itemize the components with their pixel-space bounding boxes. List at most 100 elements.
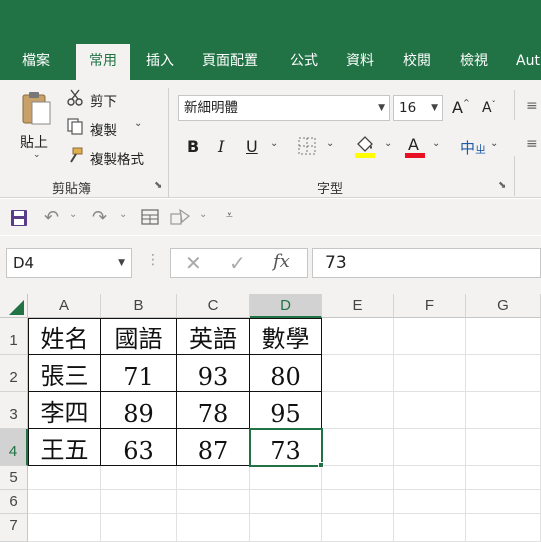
bold-button[interactable]: B bbox=[187, 137, 199, 156]
column-header-e[interactable]: E bbox=[322, 294, 394, 318]
cell-e7[interactable] bbox=[322, 514, 394, 542]
cut-button[interactable]: 剪下 bbox=[90, 90, 117, 110]
cell-f3[interactable] bbox=[394, 392, 466, 429]
tab-review[interactable]: 校閱 bbox=[403, 52, 431, 70]
italic-button[interactable]: I bbox=[218, 137, 224, 156]
column-header-d[interactable]: D bbox=[250, 294, 322, 318]
copy-button[interactable]: 複製 bbox=[90, 119, 117, 139]
row-header-2[interactable]: 2 bbox=[0, 355, 28, 392]
cell-e6[interactable] bbox=[322, 490, 394, 514]
underline-dropdown-icon[interactable]: ⌄ bbox=[270, 138, 278, 149]
cell-g4[interactable] bbox=[466, 429, 541, 466]
font-name-select[interactable]: 新細明體 ▼ bbox=[178, 95, 390, 121]
enter-icon[interactable]: ✓ bbox=[229, 251, 246, 275]
cell-f1[interactable] bbox=[394, 318, 466, 355]
cell-f7[interactable] bbox=[394, 514, 466, 542]
borders-dropdown-icon[interactable]: ⌄ bbox=[326, 138, 334, 149]
cell-d5[interactable] bbox=[250, 466, 322, 490]
tab-formulas[interactable]: 公式 bbox=[290, 52, 318, 70]
column-header-g[interactable]: G bbox=[466, 294, 541, 318]
cell-d6[interactable] bbox=[250, 490, 322, 514]
save-icon[interactable] bbox=[10, 209, 28, 231]
cell-f6[interactable] bbox=[394, 490, 466, 514]
more-options-icon[interactable]: ⋮ bbox=[146, 252, 160, 268]
cell-e5[interactable] bbox=[322, 466, 394, 490]
shrink-font-button[interactable]: Aˇ bbox=[482, 100, 496, 116]
underline-button[interactable]: U bbox=[246, 137, 258, 156]
paste-dropdown-icon[interactable]: ⌄ bbox=[33, 150, 41, 160]
tab-insert[interactable]: 插入 bbox=[146, 52, 174, 70]
cell-d3[interactable]: 95 bbox=[250, 392, 322, 429]
format-painter-button[interactable]: 複製格式 bbox=[90, 148, 144, 168]
tab-view[interactable]: 檢視 bbox=[460, 52, 488, 70]
name-box[interactable]: D4 ▼ bbox=[6, 248, 132, 278]
column-header-f[interactable]: F bbox=[394, 294, 466, 318]
cell-c3[interactable]: 78 bbox=[177, 392, 250, 429]
row-header-3[interactable]: 3 bbox=[0, 392, 28, 429]
cell-d2[interactable]: 80 bbox=[250, 355, 322, 392]
cell-g7[interactable] bbox=[466, 514, 541, 542]
font-color-dropdown-icon[interactable]: ⌄ bbox=[432, 138, 440, 149]
select-all-button[interactable] bbox=[0, 294, 28, 318]
tab-page-layout[interactable]: 頁面配置 bbox=[202, 52, 258, 70]
shapes-icon[interactable] bbox=[170, 208, 192, 230]
cell-c5[interactable] bbox=[177, 466, 250, 490]
cell-b5[interactable] bbox=[101, 466, 177, 490]
cell-a2[interactable]: 張三 bbox=[28, 355, 101, 392]
paste-icon[interactable] bbox=[20, 90, 52, 130]
column-header-c[interactable]: C bbox=[177, 294, 250, 318]
font-color-icon[interactable]: A bbox=[404, 134, 426, 162]
cell-g3[interactable] bbox=[466, 392, 541, 429]
cell-c6[interactable] bbox=[177, 490, 250, 514]
copy-dropdown-icon[interactable]: ⌄ bbox=[134, 118, 142, 129]
cell-a7[interactable] bbox=[28, 514, 101, 542]
cell-f2[interactable] bbox=[394, 355, 466, 392]
fill-color-icon[interactable] bbox=[354, 134, 376, 162]
cell-g1[interactable] bbox=[466, 318, 541, 355]
cell-g5[interactable] bbox=[466, 466, 541, 490]
cell-a1[interactable]: 姓名 bbox=[28, 318, 101, 355]
column-header-a[interactable]: A bbox=[28, 294, 101, 318]
cell-e4[interactable] bbox=[322, 429, 394, 466]
phonetic-guide-button[interactable]: 中ㄓ bbox=[460, 137, 486, 158]
row-header-1[interactable]: 1 bbox=[0, 318, 28, 355]
font-size-select[interactable]: 16 ▼ bbox=[393, 95, 443, 121]
cell-a5[interactable] bbox=[28, 466, 101, 490]
cell-d1[interactable]: 數學 bbox=[250, 318, 322, 355]
borders-icon[interactable] bbox=[298, 137, 316, 159]
phonetic-dropdown-icon[interactable]: ⌄ bbox=[490, 138, 498, 149]
cell-b2[interactable]: 71 bbox=[101, 355, 177, 392]
tab-file[interactable]: 檔案 bbox=[22, 52, 50, 70]
clipboard-launcher-icon[interactable]: ⬊ bbox=[154, 180, 162, 191]
cell-d7[interactable] bbox=[250, 514, 322, 542]
table-icon[interactable] bbox=[141, 209, 159, 229]
paste-button[interactable]: 貼上 bbox=[20, 132, 48, 152]
cell-f4[interactable] bbox=[394, 429, 466, 466]
formula-input[interactable]: 73 bbox=[312, 248, 541, 278]
align-icon[interactable]: ≡ bbox=[526, 98, 538, 114]
cell-b6[interactable] bbox=[101, 490, 177, 514]
cell-e3[interactable] bbox=[322, 392, 394, 429]
cell-g6[interactable] bbox=[466, 490, 541, 514]
undo-icon[interactable]: ↶ bbox=[44, 207, 59, 228]
column-header-b[interactable]: B bbox=[101, 294, 177, 318]
cell-b4[interactable]: 63 bbox=[101, 429, 177, 466]
cell-e1[interactable] bbox=[322, 318, 394, 355]
cell-a3[interactable]: 李四 bbox=[28, 392, 101, 429]
cell-c2[interactable]: 93 bbox=[177, 355, 250, 392]
tab-data[interactable]: 資料 bbox=[346, 52, 374, 70]
cell-b1[interactable]: 國語 bbox=[101, 318, 177, 355]
cell-a4[interactable]: 王五 bbox=[28, 429, 101, 466]
customize-toolbar-icon[interactable]: ⩡ bbox=[226, 208, 233, 223]
cell-f5[interactable] bbox=[394, 466, 466, 490]
cell-c7[interactable] bbox=[177, 514, 250, 542]
row-header-6[interactable]: 6 bbox=[0, 490, 28, 514]
cell-g2[interactable] bbox=[466, 355, 541, 392]
grow-font-button[interactable]: A^ bbox=[452, 98, 470, 117]
cancel-icon[interactable]: ✕ bbox=[185, 251, 202, 275]
cell-b3[interactable]: 89 bbox=[101, 392, 177, 429]
redo-dropdown-icon[interactable]: ⌄ bbox=[119, 209, 127, 220]
cell-b7[interactable] bbox=[101, 514, 177, 542]
insert-function-button[interactable]: fx bbox=[273, 251, 290, 272]
row-header-4[interactable]: 4 bbox=[0, 429, 28, 466]
